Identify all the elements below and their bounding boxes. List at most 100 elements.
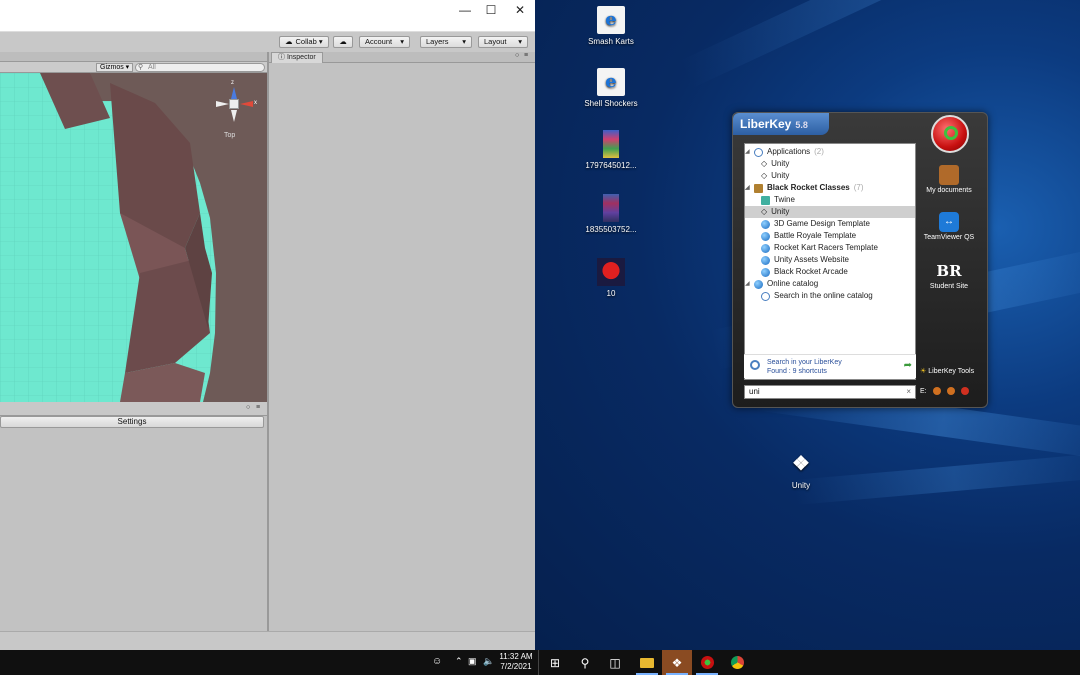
liberkey-search-input[interactable]: uni × — [744, 385, 916, 399]
search-icon — [754, 147, 763, 157]
wallpaper-light-beam — [793, 452, 1080, 505]
image-icon — [603, 194, 619, 222]
close-button[interactable]: ✕ — [505, 0, 535, 20]
people-icon[interactable]: ☺ — [432, 656, 442, 667]
liberkey-title: LiberKey 5.8 — [733, 113, 829, 135]
windows-logo-icon: ⊞ — [549, 655, 561, 670]
unity-editor-window: — ☐ ✕ ☁ Collab ▾ ☁ Account ▾ Layers ▾ La… — [0, 0, 535, 650]
sun-gear-icon: ☀ — [920, 368, 927, 375]
scene-view[interactable]: z x Top — [0, 73, 267, 402]
image-icon — [603, 130, 619, 158]
drive-controls: E: — [920, 387, 969, 395]
among-us-icon — [597, 258, 625, 286]
desktop-icon-image-1[interactable]: 1797645012... — [576, 130, 646, 171]
gizmos-dropdown[interactable]: Gizmos ▾ — [96, 63, 134, 72]
tree-collapse-icon: ◢ — [745, 149, 750, 155]
scene-orientation-gizmo[interactable]: z x Top — [212, 77, 262, 139]
cloud-icon: ☁ — [339, 37, 347, 46]
search-icon — [761, 291, 770, 301]
list-item[interactable]: Search in the online catalog — [745, 290, 915, 302]
start-button[interactable]: ⊞ — [540, 650, 570, 675]
taskbar: ☺ ⌃ ▣ 🔈 11:32 AM 7/2/2021 ⊞ ⚲ ◫ ❖ — [0, 650, 1080, 675]
scene-search-input[interactable]: All — [135, 63, 265, 72]
scene-view-toolbar: Gizmos ▾ All ⚲ — [0, 62, 267, 73]
tree-collapse-icon: ◢ — [745, 281, 750, 287]
folder-icon — [640, 657, 654, 668]
twine-icon — [761, 195, 770, 205]
info-icon: ⓘ — [278, 54, 285, 61]
chevron-up-icon[interactable]: ⌃ — [455, 656, 463, 667]
list-item[interactable]: ◢ Online catalog — [745, 278, 915, 290]
volume-mute-icon[interactable]: 🔈 — [483, 656, 494, 667]
desktop-icon-smash-karts[interactable]: e Smash Karts — [576, 6, 646, 47]
my-documents-button[interactable]: My documents — [919, 165, 979, 195]
inspector-panel — [269, 63, 535, 631]
axis-neg-x-cone-icon — [216, 101, 229, 107]
liberkey-taskbar-button[interactable] — [692, 650, 722, 675]
liberkey-tools-button[interactable]: ☀ LiberKey Tools — [920, 367, 974, 376]
desktop-icon-shell-shockers[interactable]: e Shell Shockers — [576, 68, 646, 109]
account-dropdown[interactable]: Account ▾ — [359, 36, 410, 48]
unity-taskbar-button[interactable]: ❖ — [662, 650, 692, 675]
back-arrow-icon[interactable]: ➦ — [904, 361, 912, 371]
network-icon[interactable]: ▣ — [468, 656, 477, 667]
unity-icon: ◇ — [761, 207, 768, 216]
collab-button[interactable]: ☁ Collab ▾ — [279, 36, 329, 48]
list-item[interactable]: ◢ Applications (2) — [745, 146, 915, 158]
cloud-services-button[interactable]: ☁ — [333, 36, 353, 48]
desktop-icon-image-2[interactable]: 1835503752... — [576, 194, 646, 235]
show-desktop-divider[interactable] — [538, 650, 539, 675]
panel-menu-icon[interactable]: ≡ — [524, 52, 528, 59]
teamviewer-qs-button[interactable]: ↔ TeamViewer QS — [919, 212, 979, 242]
desktop-icon-unity[interactable]: ❖ Unity — [766, 450, 836, 491]
list-item[interactable]: Black Rocket Arcade — [745, 266, 915, 278]
maximize-button[interactable]: ☐ — [476, 0, 506, 20]
info-icon[interactable] — [960, 387, 969, 395]
lock-icon[interactable]: ○ — [246, 404, 250, 411]
clear-icon[interactable]: × — [906, 386, 911, 398]
teamviewer-icon: ↔ — [939, 212, 959, 232]
student-site-button[interactable]: BR Student Site — [919, 261, 979, 291]
liberkey-search-status: Search in your LiberKey Found : 9 shortc… — [744, 354, 916, 378]
list-item[interactable]: ◇ Unity — [745, 158, 915, 170]
liberkey-icon — [700, 656, 714, 669]
settings-button[interactable]: Settings — [0, 416, 264, 428]
briefcase-icon — [939, 165, 959, 185]
power-icon[interactable] — [946, 387, 955, 395]
list-item[interactable]: ◢ Black Rocket Classes (7) — [745, 182, 915, 194]
layout-dropdown[interactable]: Layout ▾ — [478, 36, 528, 48]
tab-inspector[interactable]: ⓘ Inspector — [271, 52, 323, 63]
unity-icon: ◇ — [761, 171, 768, 180]
gizmo-view-label: Top — [224, 132, 236, 139]
br-logo-icon: BR — [936, 262, 962, 280]
list-item[interactable]: Rocket Kart Racers Template — [745, 242, 915, 254]
list-item[interactable]: ◇ Unity — [745, 170, 915, 182]
globe-icon — [754, 279, 763, 289]
globe-icon — [761, 243, 770, 253]
unity-icon: ◇ — [761, 159, 768, 168]
list-item[interactable]: Battle Royale Template — [745, 230, 915, 242]
wallpaper-light-beam — [678, 0, 1072, 89]
layers-dropdown[interactable]: Layers ▾ — [420, 36, 472, 48]
liberkey-logo-icon[interactable] — [931, 115, 969, 153]
lock-icon[interactable]: ○ — [515, 52, 519, 59]
task-view-button[interactable]: ◫ — [600, 650, 630, 675]
list-item[interactable]: Twine — [745, 194, 915, 206]
list-item[interactable]: 3D Game Design Template — [745, 218, 915, 230]
inspector-tabbar: ⓘ Inspector ○ ≡ — [269, 52, 535, 63]
chevron-down-icon: ▾ — [400, 37, 404, 46]
file-explorer-button[interactable] — [632, 650, 662, 675]
list-item[interactable]: Unity Assets Website — [745, 254, 915, 266]
folder-icon — [754, 183, 763, 193]
chevron-down-icon: ▾ — [518, 37, 522, 46]
globe-icon — [761, 267, 770, 277]
desktop-icon-10[interactable]: 10 — [576, 258, 646, 299]
system-clock[interactable]: 11:32 AM 7/2/2021 — [495, 652, 537, 672]
ie-shortcut-icon: e — [597, 68, 625, 96]
eject-icon[interactable] — [932, 387, 941, 395]
panel-menu-icon[interactable]: ≡ — [256, 404, 260, 411]
search-button[interactable]: ⚲ — [570, 650, 600, 675]
axis-z-cone-icon — [231, 87, 237, 99]
chrome-taskbar-button[interactable] — [722, 650, 752, 675]
list-item[interactable]: ◇ Unity — [745, 206, 915, 218]
